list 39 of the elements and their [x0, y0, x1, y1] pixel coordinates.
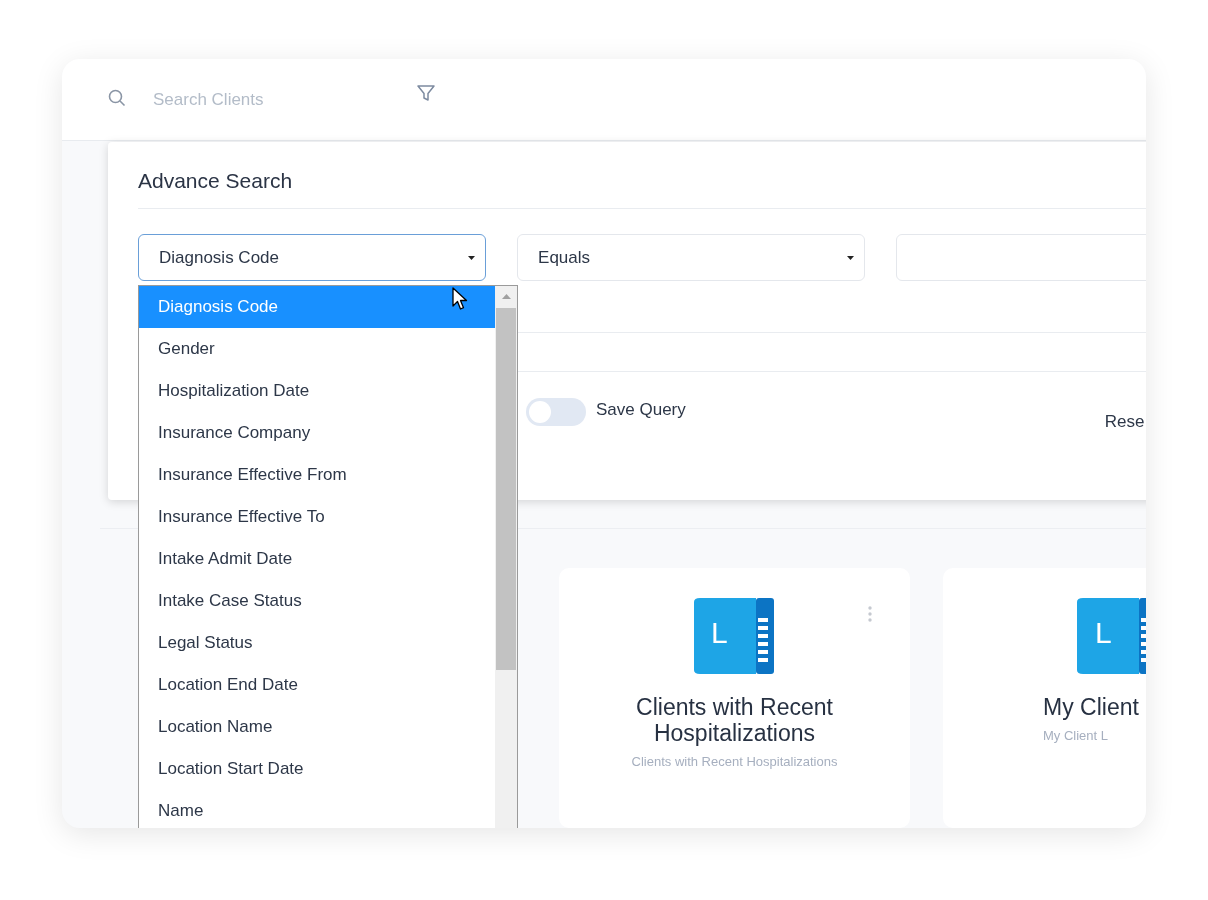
more-options-icon[interactable] [868, 606, 872, 622]
caret-icon [468, 255, 476, 260]
reset-button[interactable]: Rese [1104, 412, 1145, 432]
icon-letter: L [711, 616, 728, 650]
list-description: Clients with Recent Hospitalizations [631, 754, 838, 769]
operator-select[interactable]: Equals [517, 234, 866, 281]
notebook-icon [693, 598, 776, 674]
dropdown-option[interactable]: Gender [139, 328, 495, 370]
dropdown-option[interactable]: Hospitalization Date [139, 370, 495, 412]
dropdown-option[interactable]: Location Start Date [139, 748, 495, 790]
caret-icon [847, 255, 855, 260]
scrollbar-thumb[interactable] [496, 308, 516, 670]
list-description: My Client L [1043, 728, 1109, 743]
icon-letter: L [1095, 616, 1112, 650]
list-title: Clients with Recent Hospitalizations [635, 694, 834, 746]
search-icon [108, 88, 126, 107]
dropdown-option[interactable]: Intake Case Status [139, 580, 495, 622]
list-card[interactable]: L Clients with Recent Hospitalizations Clients with Recent Hospitalizations [559, 568, 910, 828]
dropdown-option[interactable]: Insurance Effective From [139, 454, 495, 496]
search-field[interactable]: Search Clients [151, 88, 405, 111]
scrollbar[interactable] [495, 286, 517, 828]
dropdown-option[interactable]: Name [139, 790, 495, 828]
list-title: My Client [1043, 694, 1139, 720]
list-card[interactable]: L My Client My Client L [943, 568, 1146, 828]
scroll-up-icon[interactable] [501, 294, 511, 299]
field-select[interactable]: Diagnosis Code [138, 234, 487, 281]
dropdown-option[interactable]: Insurance Company [139, 412, 495, 454]
filter-icon[interactable] [417, 85, 435, 102]
cursor-icon [452, 287, 468, 311]
dropdown-option[interactable]: Insurance Effective To [139, 496, 495, 538]
value-field[interactable] [896, 234, 1146, 281]
panel-title: Advance Search [138, 168, 294, 193]
dropdown-option[interactable]: Location Name [139, 706, 495, 748]
save-query-toggle[interactable] [526, 398, 586, 426]
dropdown-option[interactable]: Legal Status [139, 622, 495, 664]
dropdown-option[interactable]: Location End Date [139, 664, 495, 706]
save-query-label: Save Query [596, 400, 686, 420]
notebook-icon [1077, 598, 1146, 674]
dropdown-option[interactable]: Intake Admit Date [139, 538, 495, 580]
